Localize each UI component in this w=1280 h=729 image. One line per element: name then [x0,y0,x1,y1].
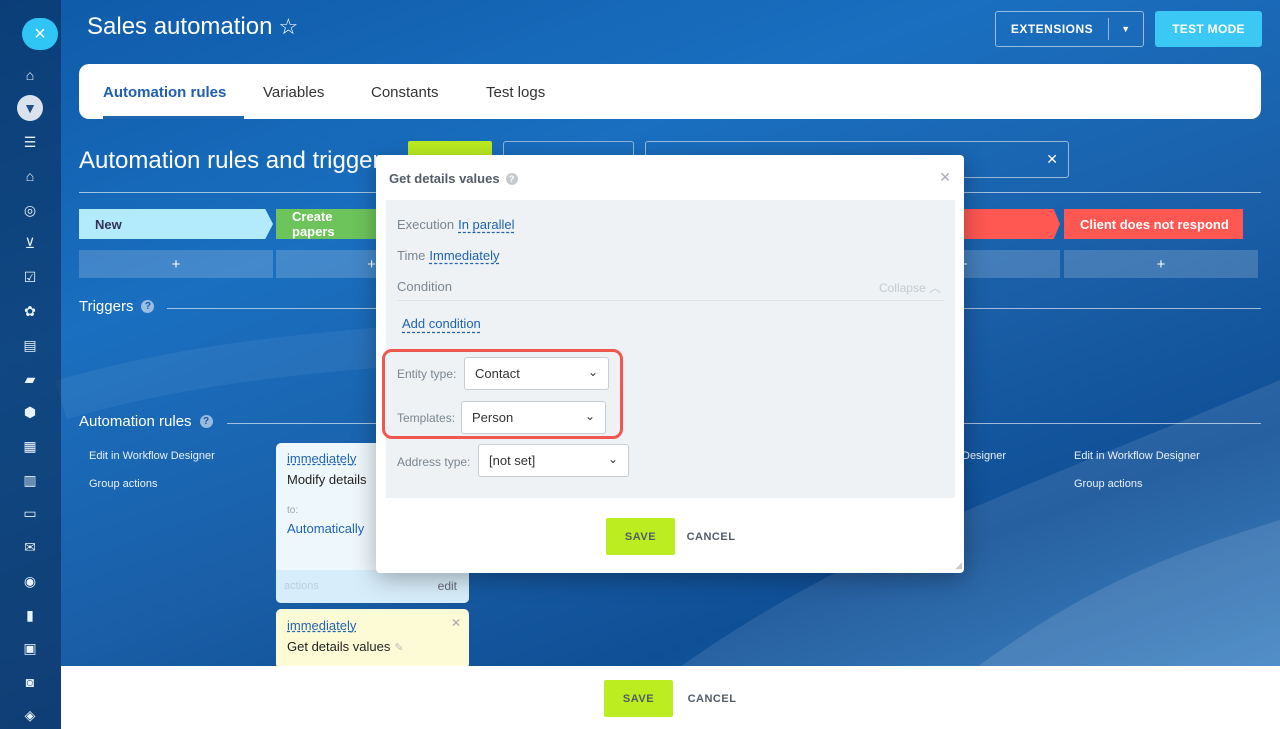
tabs-bar: Automation rules Variables Constants Tes… [79,64,1261,119]
file-icon[interactable]: ▥ [20,470,40,490]
time-row: Time Immediately [397,248,499,263]
users-icon[interactable]: ◉ [20,571,40,591]
cancel-button[interactable]: CANCEL [681,680,743,717]
robot-icon[interactable]: ◙ [20,672,40,692]
rule-to-label: to: [287,505,299,516]
tab-automation-rules[interactable]: Automation rules [103,84,226,101]
time-value-link[interactable]: Immediately [429,248,499,263]
execution-value-link[interactable]: In parallel [458,217,514,232]
address-type-label: Address type: [397,455,471,469]
rule-card-footer: actions edit [276,570,469,603]
address-type-select[interactable]: [not set] ⌄ [478,444,629,477]
triggers-heading: Triggers ? [79,298,155,315]
rule-actions-label: actions [284,580,319,592]
section-title: Automation rules and triggers [79,147,393,174]
rule-to-value[interactable]: Automatically [287,521,364,536]
mail-icon[interactable]: ✉ [20,537,40,557]
chat-icon[interactable]: ▰ [20,369,40,389]
automation-rules-heading: Automation rules ? [79,413,213,430]
document-icon[interactable]: ▤ [20,335,40,355]
cart-icon[interactable]: ⊻ [20,233,40,253]
tab-active-indicator [103,116,244,119]
tasks-icon[interactable]: ☰ [20,132,40,152]
rule-name: Modify details [287,472,367,487]
clear-icon[interactable]: ✕ [1046,151,1058,168]
rule-card[interactable]: immediately Get details values ✎ ✕ [276,609,469,669]
help-icon[interactable]: ? [505,172,518,185]
funnel-icon[interactable]: ▼ [17,95,43,121]
edit-in-designer-link[interactable]: Designer [962,450,1006,462]
add-trigger-button[interactable]: + [1064,250,1258,278]
chevron-down-icon: ⌄ [607,452,618,466]
home-icon[interactable]: ⌂ [20,65,40,85]
automation-rules-label: Automation rules [79,413,192,430]
rule-name: Get details values [287,639,391,654]
collapse-label: Collapse [878,281,926,295]
save-button[interactable]: SAVE [604,680,673,717]
triggers-label: Triggers [79,298,134,315]
close-icon[interactable]: × [22,18,58,50]
dialog-title-text: Get details values [389,171,500,186]
help-icon[interactable]: ? [141,300,155,313]
bottom-action-bar: SAVE CANCEL [61,666,1280,729]
add-condition-link[interactable]: Add condition [402,316,481,331]
checkbox-icon[interactable]: ☑ [20,267,40,287]
calendar-icon[interactable]: ▦ [20,436,40,456]
tab-constants[interactable]: Constants [371,84,439,101]
add-trigger-button[interactable]: + [79,250,273,278]
close-icon[interactable]: ✕ [451,616,461,630]
contact-card-icon[interactable]: ▣ [20,638,40,658]
add-trigger-button[interactable]: + [955,250,1060,278]
edit-in-designer-link[interactable]: Edit in Workflow Designer [1074,450,1200,462]
tab-variables[interactable]: Variables [263,84,324,101]
divider [397,300,944,301]
test-mode-button[interactable]: TEST MODE [1155,11,1262,47]
close-icon[interactable]: ✕ [939,169,951,186]
dialog-title: Get details values ? [389,171,518,186]
dialog-cancel-button[interactable]: CANCEL [680,518,742,555]
tab-test-logs[interactable]: Test logs [486,84,545,101]
page-title: Sales automation ☆ [87,13,298,41]
resize-handle-icon[interactable]: ◢ [955,560,962,571]
page-title-text: Sales automation [87,13,273,40]
execution-label: Execution [397,217,455,232]
chevron-up-icon: ︿ [928,281,941,295]
group-actions-link[interactable]: Group actions [89,478,157,490]
chevron-down-icon[interactable]: ▼ [1109,24,1143,34]
sites-icon[interactable]: ✿ [20,301,40,321]
dialog-save-button[interactable]: SAVE [606,518,675,555]
extensions-label: EXTENSIONS [1010,22,1094,36]
stage-create-papers[interactable]: Create papers [276,209,376,239]
group-actions-link[interactable]: Group actions [1074,478,1142,490]
stage-red[interactable] [955,209,1060,239]
bank-icon[interactable]: ⌂ [20,166,40,186]
inbox-icon[interactable]: ▭ [20,503,40,523]
rule-timing-link[interactable]: immediately [287,618,356,633]
chart-icon[interactable]: ▮ [20,605,40,625]
star-icon[interactable]: ☆ [278,14,298,40]
box-icon[interactable]: ◈ [20,705,40,725]
extensions-button[interactable]: EXTENSIONS ▼ [995,11,1144,47]
pencil-icon[interactable]: ✎ [394,642,403,654]
condition-label: Condition [397,279,452,294]
address-type-value: [not set] [489,453,536,468]
execution-row: Execution In parallel [397,217,514,232]
stage-client-no-response[interactable]: Client does not respond [1064,209,1243,239]
rule-timing-link[interactable]: immediately [287,451,356,466]
left-sidebar: × ⌂ ▼ ☰ ⌂ ◎ ⊻ ☑ ✿ ▤ ▰ ⬢ ▦ ▥ ▭ ✉ ◉ ▮ ▣ ◙ … [0,0,61,729]
target-icon[interactable]: ◎ [20,200,40,220]
add-trigger-button[interactable]: + [276,250,376,278]
help-icon[interactable]: ? [199,415,213,428]
rule-edit-link[interactable]: edit [438,579,457,593]
highlight-frame [382,349,623,439]
collapse-toggle[interactable]: Collapse ︿ [879,279,941,296]
rule-name-row: Get details values ✎ [287,639,404,654]
stage-new[interactable]: New [79,209,273,239]
hexagon-icon[interactable]: ⬢ [20,402,40,422]
time-label: Time [397,248,426,263]
edit-in-designer-link[interactable]: Edit in Workflow Designer [89,450,215,462]
